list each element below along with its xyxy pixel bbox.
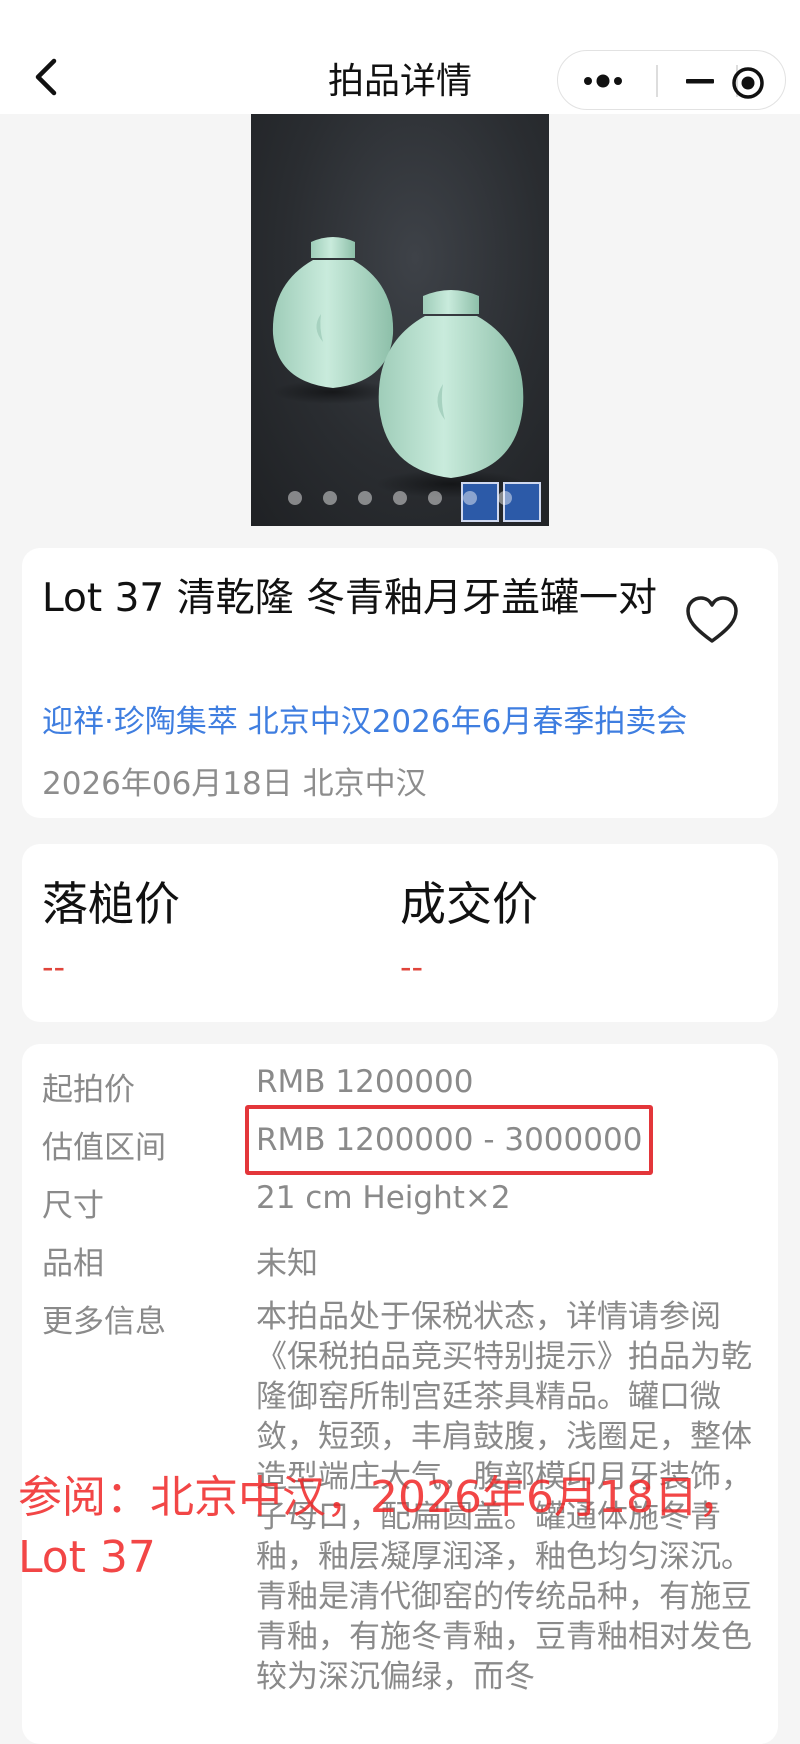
- deal-price-value: --: [400, 948, 424, 986]
- celadon-jars-photo: [272, 237, 526, 498]
- top-nav-bar: 拍品详情: [0, 0, 800, 114]
- size-label: 尺寸: [42, 1188, 104, 1224]
- estimate-highlight-box: [245, 1105, 653, 1175]
- price-card: 落槌价 -- 成交价 --: [22, 844, 778, 1022]
- image-pagination-dots: [251, 490, 549, 509]
- carousel-dot[interactable]: [498, 491, 513, 505]
- favorite-heart-icon[interactable]: [684, 594, 740, 646]
- carousel-dot[interactable]: [428, 491, 443, 505]
- carousel-dot[interactable]: [322, 491, 337, 505]
- reference-watermark: 参阅：北京中汉，2026年6月18日，Lot 37: [18, 1472, 742, 1583]
- mini-program-capsule: [557, 50, 786, 110]
- size-value: 21 cm Height×2: [256, 1180, 511, 1216]
- condition-label: 品相: [42, 1246, 104, 1282]
- carousel-dot[interactable]: [393, 491, 407, 505]
- condition-value: 未知: [256, 1246, 318, 1282]
- start-price-value: RMB 1200000: [256, 1064, 474, 1100]
- sale-date-house: 2026年06月18日 北京中汉: [42, 766, 427, 802]
- lot-info-card: Lot 37 清乾隆 冬青釉月牙盖罐一对 迎祥·珍陶集萃 北京中汉2026年6月…: [22, 548, 778, 818]
- carousel-dot[interactable]: [287, 491, 302, 505]
- start-price-label: 起拍价: [42, 1072, 135, 1108]
- minimize-icon[interactable]: [682, 69, 718, 93]
- hammer-price-value: --: [42, 948, 66, 986]
- close-miniprogram-icon[interactable]: [728, 63, 768, 103]
- lot-image[interactable]: [251, 114, 549, 526]
- sale-name-link[interactable]: 迎祥·珍陶集萃 北京中汉2026年6月春季拍卖会: [42, 696, 687, 741]
- carousel-dot[interactable]: [463, 491, 478, 505]
- lot-title: Lot 37 清乾隆 冬青釉月牙盖罐一对: [42, 576, 658, 621]
- capsule-divider: [656, 65, 658, 97]
- hammer-price-label: 落槌价: [42, 877, 180, 931]
- carousel-dot[interactable]: [357, 491, 372, 505]
- estimate-label: 估值区间: [42, 1130, 166, 1166]
- deal-price-label: 成交价: [400, 877, 538, 931]
- more-info-label: 更多信息: [42, 1304, 166, 1340]
- more-options-icon[interactable]: [580, 67, 626, 95]
